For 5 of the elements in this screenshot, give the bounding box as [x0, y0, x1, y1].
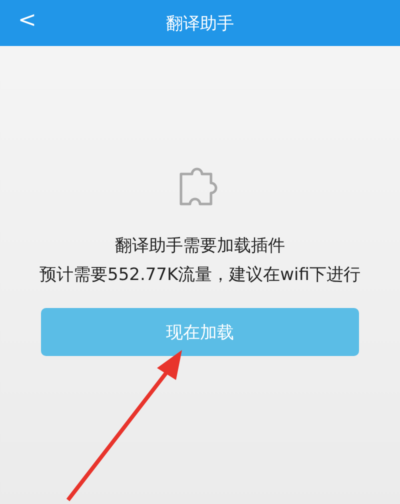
screen-title: 翻译助手 [166, 12, 234, 34]
message-text: 预计需要552.77K流量，建议在wifi下进行 [40, 264, 360, 286]
load-now-button[interactable]: 现在加载 [41, 308, 359, 356]
message-text: 翻译助手需要加载插件 [115, 235, 285, 257]
back-button[interactable]: < [14, 8, 40, 33]
